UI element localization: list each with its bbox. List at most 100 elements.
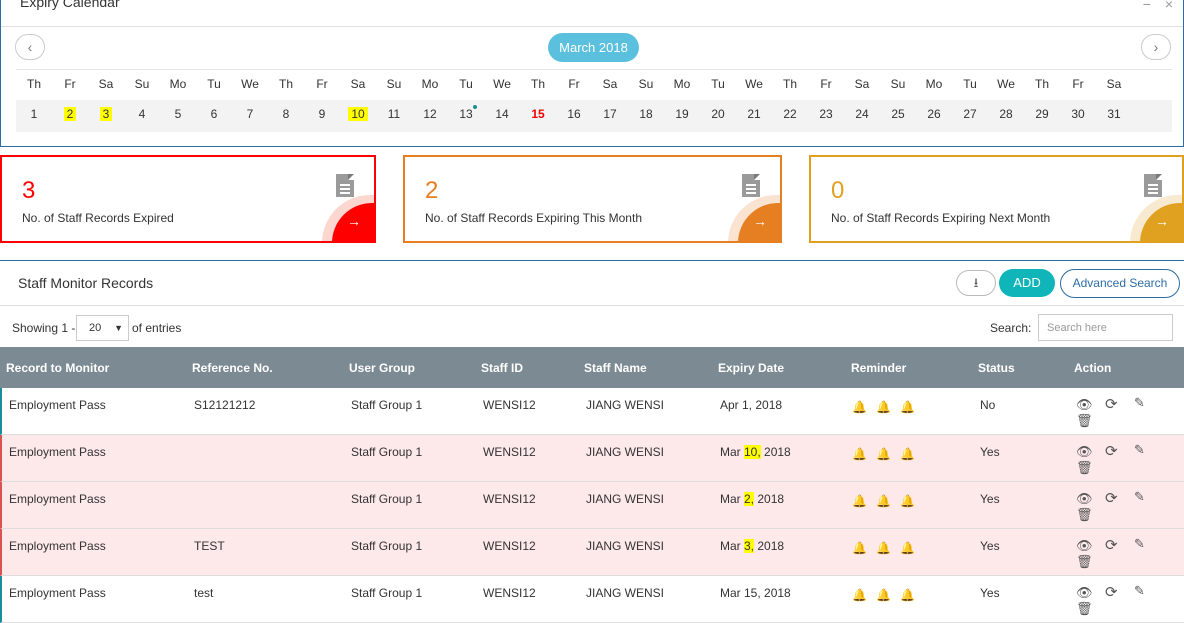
edit-icon[interactable]: ✎ [1134, 536, 1145, 552]
weekday-label: Sa [1106, 77, 1122, 91]
refresh-icon[interactable]: ⟳ [1105, 583, 1118, 601]
calendar-day[interactable]: 25 [880, 107, 916, 121]
bell-icon[interactable]: 🔔 [900, 447, 915, 461]
eye-icon[interactable]: 👁 [1076, 585, 1093, 601]
bell-icon[interactable]: 🔔 [852, 494, 867, 508]
trash-icon[interactable]: 🗑 [1076, 460, 1093, 476]
bell-icon[interactable]: 🔔 [876, 400, 891, 414]
eye-icon[interactable]: 👁 [1076, 538, 1093, 554]
column-header[interactable]: User Group [349, 361, 415, 375]
calendar-day[interactable]: 14 [484, 107, 520, 121]
calendar-day[interactable]: 4 [124, 107, 160, 121]
refresh-icon[interactable]: ⟳ [1105, 442, 1118, 460]
bell-icon[interactable]: 🔔 [900, 541, 915, 555]
calendar-day[interactable]: 20 [700, 107, 736, 121]
calendar-day[interactable]: 7 [232, 107, 268, 121]
calendar-day[interactable]: 8 [268, 107, 304, 121]
expiry-date: Mar 3, 2018 [720, 539, 784, 553]
minimize-icon[interactable]: − [1143, 0, 1151, 12]
calendar-day[interactable]: 9 [304, 107, 340, 121]
eye-icon[interactable]: 👁 [1076, 491, 1093, 507]
calendar-day[interactable]: 26 [916, 107, 952, 121]
refresh-icon[interactable]: ⟳ [1105, 536, 1118, 554]
trash-icon[interactable]: 🗑 [1076, 554, 1093, 570]
edit-icon[interactable]: ✎ [1134, 489, 1145, 505]
calendar-day[interactable]: 16 [556, 107, 592, 121]
bell-icon[interactable]: 🔔 [876, 494, 891, 508]
stat-card[interactable]: 3 No. of Staff Records Expired → [0, 155, 376, 243]
column-header[interactable]: Reference No. [192, 361, 273, 375]
bell-icon[interactable]: 🔔 [900, 588, 915, 602]
trash-icon[interactable]: 🗑 [1076, 601, 1093, 617]
bell-icon[interactable]: 🔔 [876, 447, 891, 461]
advanced-search-button[interactable]: Advanced Search [1060, 269, 1180, 298]
column-header[interactable]: Status [978, 361, 1015, 375]
current-month[interactable]: March 2018 [548, 33, 639, 62]
search-input[interactable] [1038, 314, 1173, 341]
bell-icon[interactable]: 🔔 [876, 588, 891, 602]
page-size-select[interactable]: 20 ▼ [76, 315, 129, 341]
calendar-day[interactable]: 1 [16, 107, 52, 121]
document-icon [1144, 174, 1162, 197]
trash-icon[interactable]: 🗑 [1076, 413, 1093, 429]
edit-icon[interactable]: ✎ [1134, 395, 1145, 411]
column-header[interactable]: Expiry Date [718, 361, 784, 375]
calendar-day[interactable]: 23 [808, 107, 844, 121]
bell-icon[interactable]: 🔔 [900, 494, 915, 508]
calendar-day[interactable]: 31 [1096, 107, 1132, 121]
bell-icon[interactable]: 🔔 [852, 541, 867, 555]
stat-card[interactable]: 2 No. of Staff Records Expiring This Mont… [403, 155, 782, 243]
calendar-day[interactable]: 3 [88, 107, 124, 121]
bell-icon[interactable]: 🔔 [852, 400, 867, 414]
calendar-day[interactable]: 6 [196, 107, 232, 121]
table-row[interactable]: Employment Pass test Staff Group 1 WENSI12 J… [0, 576, 1184, 623]
calendar-day[interactable]: 2 [52, 107, 88, 121]
bell-icon[interactable]: 🔔 [852, 447, 867, 461]
calendar-day[interactable]: 5 [160, 107, 196, 121]
calendar-day[interactable]: 19 [664, 107, 700, 121]
calendar-day[interactable]: 11 [376, 107, 412, 121]
stat-card[interactable]: 0 No. of Staff Records Expiring Next Mont… [809, 155, 1184, 243]
prev-month-button[interactable]: ‹ [15, 34, 45, 60]
calendar-day[interactable]: 13 [448, 107, 484, 121]
column-header[interactable]: Staff Name [584, 361, 647, 375]
refresh-icon[interactable]: ⟳ [1105, 395, 1118, 413]
eye-icon[interactable]: 👁 [1076, 444, 1093, 460]
column-header[interactable]: Reminder [851, 361, 906, 375]
add-button[interactable]: ADD [999, 269, 1055, 297]
calendar-day[interactable]: 21 [736, 107, 772, 121]
eye-icon[interactable]: 👁 [1076, 397, 1093, 413]
arrow-label: → [753, 213, 767, 229]
calendar-day[interactable]: 18 [628, 107, 664, 121]
table-row[interactable]: Employment Pass TEST Staff Group 1 WENSI12 J… [0, 529, 1184, 576]
calendar-day[interactable]: 10 [340, 107, 376, 121]
column-header[interactable]: Record to Monitor [6, 361, 109, 375]
calendar-day[interactable]: 28 [988, 107, 1024, 121]
table-row[interactable]: Employment Pass Staff Group 1 WENSI12 JIANG… [0, 482, 1184, 529]
calendar-day[interactable]: 15 [520, 107, 556, 121]
column-header[interactable]: Action [1074, 361, 1111, 375]
table-row[interactable]: Employment Pass S12121212 Staff Group 1 WEN… [0, 388, 1184, 435]
expiry-date-part: Mar [720, 445, 744, 459]
column-header[interactable]: Staff ID [481, 361, 523, 375]
calendar-day[interactable]: 24 [844, 107, 880, 121]
download-button[interactable]: ⭳ [956, 270, 996, 296]
calendar-day[interactable]: 29 [1024, 107, 1060, 121]
bell-icon[interactable]: 🔔 [900, 400, 915, 414]
edit-icon[interactable]: ✎ [1134, 583, 1145, 599]
calendar-day[interactable]: 12 [412, 107, 448, 121]
table-row[interactable]: Employment Pass Staff Group 1 WENSI12 JIANG… [0, 435, 1184, 482]
edit-icon[interactable]: ✎ [1134, 442, 1145, 458]
search-label: Search: [990, 321, 1032, 335]
calendar-day[interactable]: 30 [1060, 107, 1096, 121]
calendar-day[interactable]: 22 [772, 107, 808, 121]
bell-icon[interactable]: 🔔 [852, 588, 867, 602]
refresh-icon[interactable]: ⟳ [1105, 489, 1118, 507]
bell-icon[interactable]: 🔔 [876, 541, 891, 555]
close-icon[interactable]: × [1165, 0, 1173, 12]
trash-icon[interactable]: 🗑 [1076, 507, 1093, 523]
calendar-day[interactable]: 17 [592, 107, 628, 121]
calendar-day-number: 12 [423, 107, 437, 121]
next-month-button[interactable]: › [1141, 34, 1171, 60]
calendar-day[interactable]: 27 [952, 107, 988, 121]
